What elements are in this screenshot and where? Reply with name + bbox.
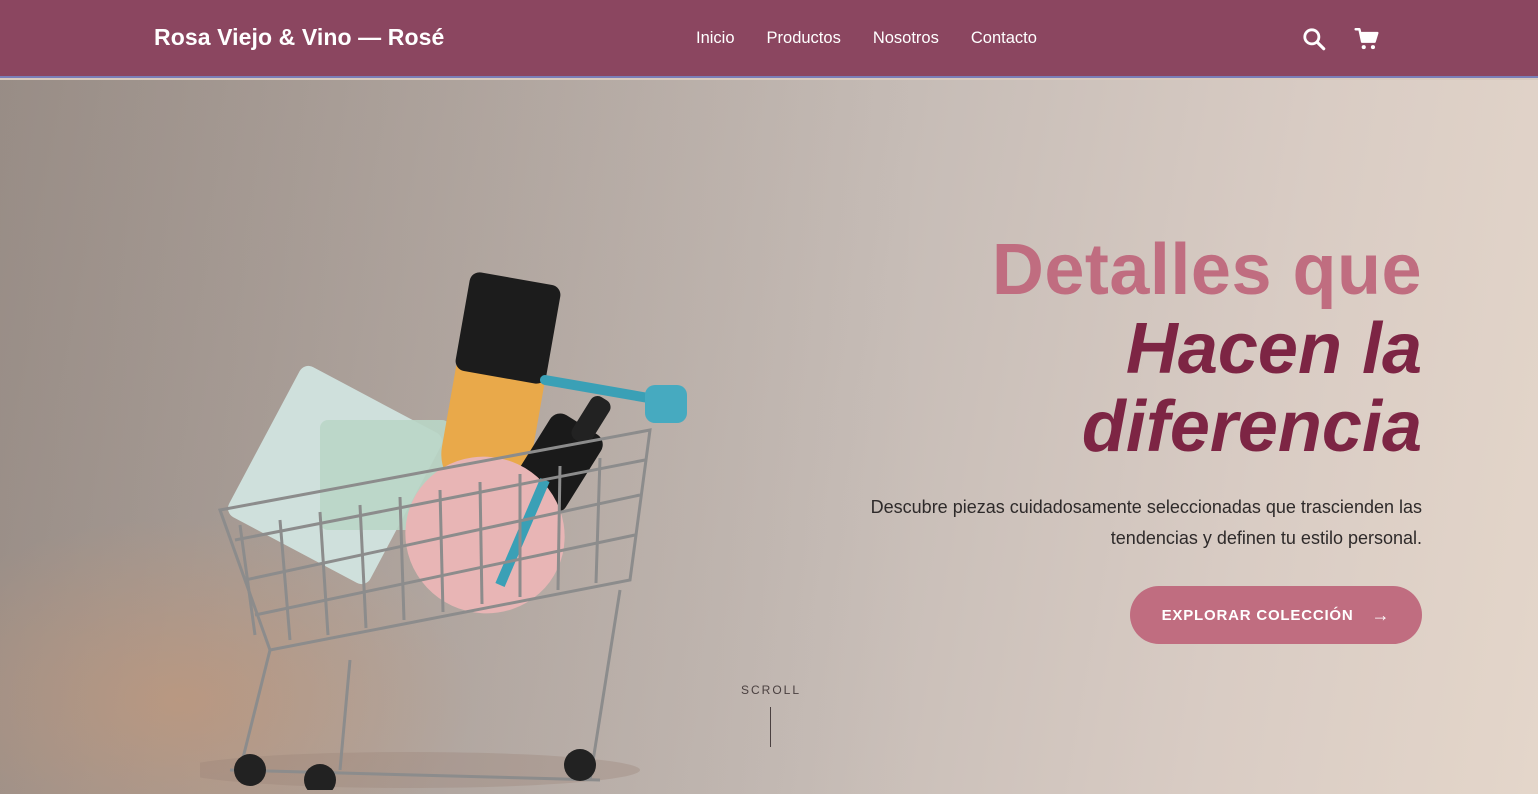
- nav-item-productos[interactable]: Productos: [767, 29, 841, 48]
- main-nav: Inicio Productos Nosotros Contacto: [696, 29, 1037, 48]
- scroll-indicator-label: SCROLL: [741, 683, 802, 697]
- hero-title-line2: Hacen la: [1125, 309, 1422, 389]
- hero-section: Detalles que Hacen la diferencia Descubr…: [0, 80, 1538, 794]
- nav-item-contacto[interactable]: Contacto: [971, 29, 1037, 48]
- search-icon[interactable]: [1301, 26, 1327, 52]
- cart-icon[interactable]: [1354, 26, 1380, 52]
- scroll-indicator-line: [770, 707, 771, 747]
- hero-title-line1: Detalles que: [991, 230, 1422, 310]
- hero-heading: Detalles que Hacen la diferencia: [992, 230, 1422, 466]
- explore-collection-button[interactable]: EXPLORAR COLECCIÓN →: [1130, 586, 1422, 644]
- hero-description: Descubre piezas cuidadosamente seleccion…: [870, 497, 1422, 548]
- brand-logo[interactable]: Rosa Viejo & Vino — Rosé: [154, 24, 444, 51]
- site-header: Rosa Viejo & Vino — Rosé Inicio Producto…: [0, 0, 1538, 78]
- nav-item-nosotros[interactable]: Nosotros: [873, 29, 939, 48]
- shopping-cart-image: [200, 272, 687, 790]
- hero-title-line3: diferencia: [1081, 387, 1422, 467]
- arrow-right-icon: →: [1371, 605, 1391, 625]
- nav-item-inicio[interactable]: Inicio: [696, 29, 735, 48]
- cta-label: EXPLORAR COLECCIÓN: [1161, 606, 1354, 624]
